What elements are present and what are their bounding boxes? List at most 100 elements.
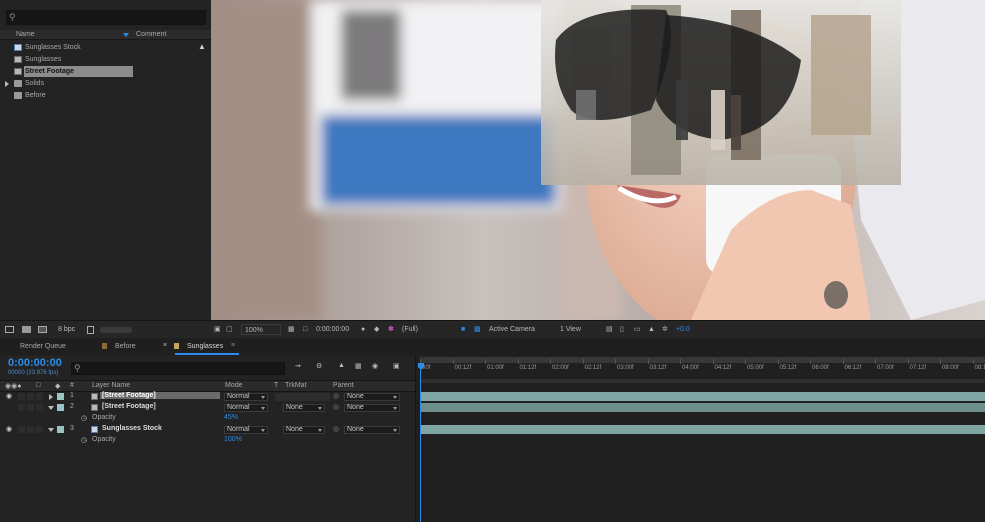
comment-column-header[interactable]: Comment [136,31,166,38]
layer-duration-bar[interactable] [420,403,985,412]
timeline-link-icon[interactable]: ▭ [634,324,641,335]
color-channel-icon[interactable]: ✽ [388,324,394,335]
composition-viewer[interactable] [211,0,985,320]
opacity-number[interactable]: 45 [224,414,232,421]
bit-depth-toggle[interactable]: 8 bpc [58,326,75,333]
layer-search-input[interactable]: ⚲ [71,362,285,375]
lock-toggle[interactable] [36,404,43,411]
show-snapshot-icon[interactable]: ◆ [374,324,379,335]
flowchart-view-icon[interactable]: ▲ [648,324,655,335]
opacity-value[interactable]: 100% [224,436,242,443]
track-matte-dropdown[interactable]: None [283,426,325,434]
thumbnail-slider[interactable] [100,327,132,333]
folder-icon [14,92,22,99]
layer-label-color[interactable] [57,426,64,433]
ruler-tick-label: 07:12f [907,359,927,371]
layer-label-color[interactable] [57,404,64,411]
opacity-unit: % [235,436,242,443]
opacity-value[interactable]: 45% [224,414,238,421]
expand-arrow-icon[interactable] [49,394,53,400]
trash-icon[interactable] [87,326,94,334]
camera-dropdown[interactable]: Active Camera [489,324,553,335]
project-search-input[interactable]: ⚲ [6,10,206,25]
layer-name[interactable]: [Street Footage] [102,403,156,410]
stopwatch-icon[interactable]: ◷ [81,414,87,422]
toggle-pixel-aspect-icon[interactable]: ▤ [606,324,613,335]
pick-whip-icon[interactable]: ◎ [333,392,339,400]
name-column-header[interactable]: Name [16,31,35,38]
transparency-grid-icon[interactable]: ▩ [474,324,481,335]
project-item[interactable]: Solids [0,78,211,89]
resolution-dropdown[interactable]: (Full) [402,324,454,335]
layer-name-header[interactable]: Layer Name [92,382,130,389]
tab-menu-icon[interactable]: ≡ [231,342,235,349]
fit-icon[interactable]: ▦ [288,324,295,335]
lock-toggle[interactable] [36,393,43,400]
lock-toggle[interactable] [36,426,43,433]
timeline-graph-area[interactable]: 00f 00:12f 01:00f 01:12f 02:00f 02:12f 03:00f 0… [415,355,985,522]
audio-toggle[interactable] [18,426,25,433]
parent-dropdown[interactable]: None [344,393,400,401]
always-preview-icon[interactable]: ▣ [214,324,221,335]
layer-row[interactable]: ◉ 1 [Street Footage] Normal ◎ None [0,392,415,402]
parent-dropdown[interactable]: None [344,404,400,412]
frame-blending-icon[interactable]: ▦ [355,362,362,370]
layer-name[interactable]: [Street Footage] [100,392,220,399]
tab-sunglasses[interactable]: Sunglasses [187,343,223,350]
viewer-timecode[interactable]: 0:00:00:00 [316,324,349,335]
motion-blur-icon[interactable]: ◉ [372,362,378,370]
expand-arrow-icon[interactable] [5,81,9,87]
track-matte-dropdown[interactable]: None [283,404,325,412]
title-safe-icon[interactable]: □ [303,324,307,335]
view-layout-dropdown[interactable]: 1 View [560,324,596,335]
layer-row[interactable]: ◉ 3 Sunglasses Stock Normal None ◎ None [0,425,415,435]
new-folder-icon[interactable] [22,326,31,333]
blend-mode-dropdown[interactable]: Normal [224,404,268,412]
solo-toggle[interactable] [27,426,34,433]
layer-row[interactable]: 2 [Street Footage] Normal None ◎ None [0,403,415,413]
stopwatch-icon[interactable]: ◷ [81,436,87,444]
layer-duration-bar[interactable] [420,425,985,434]
collapse-arrow-icon[interactable] [48,428,54,432]
draft-3d-icon[interactable]: ⚙ [316,362,322,370]
project-item-selected[interactable]: Street Footage [0,66,211,77]
tab-render-queue[interactable]: Render Queue [20,343,66,350]
blend-mode-dropdown[interactable]: Normal [224,393,268,401]
footage-icon [91,404,98,411]
snapshot-icon[interactable]: ● [361,324,365,335]
collapse-arrow-icon[interactable] [48,406,54,410]
ruler-tick-label: 07:00f [875,359,894,371]
zoom-dropdown[interactable]: 100% [241,324,281,335]
solo-toggle[interactable] [27,393,34,400]
visibility-eye-icon[interactable]: ◉ [6,425,12,433]
solo-toggle[interactable] [27,404,34,411]
exposure-reset-icon[interactable]: ✲ [662,324,668,335]
project-item[interactable]: Before [0,90,211,101]
visibility-eye-icon[interactable]: ◉ [6,392,12,400]
opacity-number[interactable]: 100 [224,436,236,443]
project-item[interactable]: Sunglasses [0,54,211,65]
exposure-value[interactable]: +0.0 [676,324,690,335]
audio-toggle[interactable] [18,393,25,400]
new-composition-icon[interactable] [38,326,47,333]
region-of-interest-icon[interactable]: ■ [461,324,465,335]
layer-label-color[interactable] [57,393,64,400]
blend-mode-dropdown[interactable]: Normal [224,426,268,434]
interpret-footage-icon[interactable] [5,326,14,333]
shy-layers-icon[interactable]: ▲ [338,362,345,369]
layer-duration-bar[interactable] [420,392,985,401]
tab-before[interactable]: Before [115,343,136,350]
time-navigator[interactable] [420,379,985,383]
audio-toggle[interactable] [18,404,25,411]
render-preview-icon[interactable]: ▯ [620,324,624,335]
parent-dropdown[interactable]: None [344,426,400,434]
monitor-icon[interactable]: ▢ [226,324,233,335]
project-item[interactable]: Sunglasses Stock [0,42,211,53]
graph-editor-icon[interactable]: ▣ [393,362,400,370]
comp-mini-flowchart-icon[interactable]: ⇝ [295,362,301,370]
close-tab-icon[interactable]: × [163,342,167,349]
current-time-display[interactable]: 0:00:00:00 [8,357,62,369]
layer-name[interactable]: Sunglasses Stock [102,425,162,432]
pick-whip-icon[interactable]: ◎ [333,425,339,433]
pick-whip-icon[interactable]: ◎ [333,403,339,411]
